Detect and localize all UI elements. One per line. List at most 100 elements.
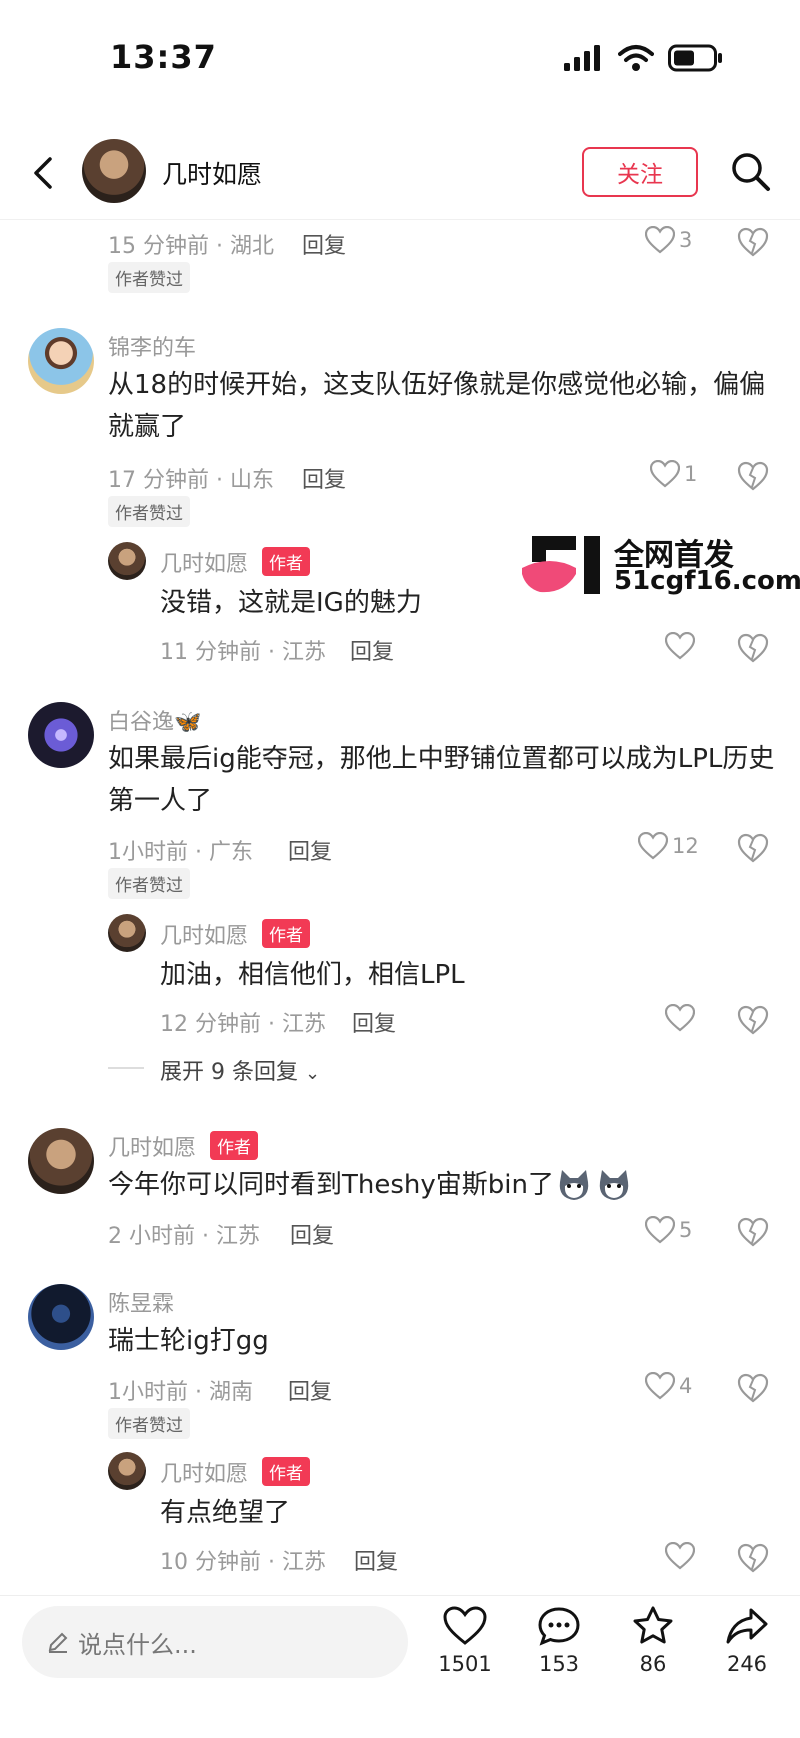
heart-icon	[650, 460, 680, 488]
like-post-count: 1501	[438, 1652, 492, 1676]
dislike-icon[interactable]	[737, 460, 769, 492]
comment-meta: 17 分钟前 · 山东	[108, 468, 274, 493]
star-post-count: 86	[639, 1652, 667, 1676]
comment-post-count: 153	[538, 1652, 580, 1676]
dislike-icon[interactable]	[737, 1216, 769, 1248]
reply-avatar[interactable]	[108, 542, 146, 580]
author-liked-badge: 作者赞过	[108, 496, 190, 527]
comment-username[interactable]: 陈昱霖	[108, 1286, 174, 1318]
reply-text: 加油，相信他们，相信LPL	[160, 960, 465, 990]
author-liked-badge: 作者赞过	[108, 868, 190, 899]
reply-button[interactable]: 回复	[350, 634, 394, 666]
user-avatar[interactable]	[28, 702, 94, 768]
reply-username[interactable]: 几时如愿	[160, 1456, 248, 1488]
heart-icon	[645, 1372, 675, 1400]
dislike-icon[interactable]	[737, 1542, 769, 1574]
watermark-logo-icon	[522, 536, 600, 594]
reply-button[interactable]: 回复	[302, 462, 346, 494]
author-liked-badge: 作者赞过	[108, 262, 190, 293]
share-post-button[interactable]: 246	[712, 1606, 782, 1676]
comment-meta: 15 分钟前 · 湖北	[108, 234, 274, 259]
heart-icon	[645, 226, 675, 254]
share-arrow-icon	[726, 1608, 768, 1644]
author-tag: 作者	[210, 1131, 258, 1160]
dislike-icon[interactable]	[737, 832, 769, 864]
reply-button[interactable]: 回复	[352, 1006, 396, 1038]
chevron-down-icon: ⌄	[304, 1063, 321, 1084]
reply-text: 有点绝望了	[160, 1498, 291, 1528]
comment-input-placeholder: 说点什么...	[78, 1630, 197, 1659]
like-button[interactable]: 12	[638, 832, 699, 860]
reply-avatar[interactable]	[108, 914, 146, 952]
comment-username[interactable]: 几时如愿	[108, 1130, 196, 1162]
share-post-count: 246	[726, 1652, 768, 1676]
like-count: 4	[679, 1374, 693, 1398]
author-tag: 作者	[262, 547, 310, 576]
watermark-line2: 51cgf16.com	[614, 566, 800, 596]
comment-text: 从18的时候开始，这支队伍好像就是你感觉他必输，偏偏就赢了	[108, 370, 766, 442]
reply-button[interactable]: 回复	[302, 228, 346, 260]
like-button[interactable]: 4	[645, 1372, 692, 1400]
reply-meta: 10 分钟前 · 江苏	[160, 1550, 326, 1575]
user-avatar[interactable]	[28, 1284, 94, 1350]
user-avatar[interactable]	[28, 1128, 94, 1194]
reply-meta: 11 分钟前 · 江苏	[160, 640, 326, 665]
expand-replies-button[interactable]: 展开 9 条回复 ⌄	[160, 1054, 320, 1086]
like-count: 5	[679, 1218, 693, 1242]
comment-post-button[interactable]: 153	[524, 1606, 594, 1676]
heart-icon[interactable]	[665, 1542, 695, 1570]
like-button[interactable]: 5	[645, 1216, 692, 1244]
expand-label: 展开 9 条回复	[160, 1060, 298, 1085]
heart-icon	[638, 832, 668, 860]
search-icon[interactable]	[728, 149, 772, 193]
reply-text: 没错，这就是IG的魅力	[160, 588, 422, 618]
status-bar: 13:37	[0, 0, 800, 115]
heart-icon[interactable]	[665, 1004, 695, 1032]
reply-button[interactable]: 回复	[290, 1218, 334, 1250]
star-post-button[interactable]: 86	[618, 1606, 688, 1676]
pencil-icon	[48, 1632, 68, 1653]
status-time: 13:37	[110, 38, 217, 76]
like-count: 1	[684, 462, 698, 486]
reply-button[interactable]: 回复	[354, 1544, 398, 1576]
author-avatar[interactable]	[82, 139, 146, 203]
watermark: 全网首发 51cgf16.com	[520, 530, 800, 598]
reply-username[interactable]: 几时如愿	[160, 546, 248, 578]
dislike-icon[interactable]	[737, 226, 769, 258]
reply-button[interactable]: 回复	[288, 834, 332, 866]
comment-username[interactable]: 白谷逸🦋	[108, 704, 201, 736]
like-button[interactable]: 3	[645, 226, 692, 254]
reply-button[interactable]: 回复	[288, 1374, 332, 1406]
comment-text: 如果最后ig能夺冠，那他上中野铺位置都可以成为LPL历史第一人了	[108, 744, 775, 816]
dislike-icon[interactable]	[737, 1004, 769, 1036]
reply-meta: 12 分钟前 · 江苏	[160, 1012, 326, 1037]
husky-emoji-icon	[599, 1170, 629, 1200]
star-icon	[633, 1606, 673, 1644]
like-button[interactable]: 1	[650, 460, 697, 488]
like-count: 3	[679, 228, 693, 252]
comment-bubble-icon	[538, 1607, 580, 1646]
battery-icon	[668, 44, 722, 72]
bottom-action-bar: 说点什么... 1501 153 86 246	[0, 1595, 800, 1738]
reply-username[interactable]: 几时如愿	[160, 918, 248, 950]
like-post-button[interactable]: 1501	[430, 1606, 500, 1676]
husky-emoji-icon	[559, 1170, 589, 1200]
dislike-icon[interactable]	[737, 1372, 769, 1404]
top-nav: 几时如愿 关注	[0, 125, 800, 220]
comment-input[interactable]: 说点什么...	[22, 1606, 408, 1678]
comment-meta: 2 小时前 · 江苏	[108, 1224, 260, 1249]
comment-meta: 1小时前 · 湖南	[108, 1380, 253, 1405]
expand-divider	[108, 1067, 144, 1069]
dislike-icon[interactable]	[737, 632, 769, 664]
author-tag: 作者	[262, 1457, 310, 1486]
comment-username[interactable]: 锦李的车	[108, 330, 196, 362]
back-arrow-icon[interactable]	[28, 153, 58, 193]
like-count: 12	[672, 834, 699, 858]
author-name[interactable]: 几时如愿	[162, 155, 262, 191]
reply-avatar[interactable]	[108, 1452, 146, 1490]
wifi-icon	[618, 45, 654, 71]
follow-button[interactable]: 关注	[582, 147, 698, 197]
author-liked-badge: 作者赞过	[108, 1408, 190, 1439]
heart-icon[interactable]	[665, 632, 695, 660]
user-avatar[interactable]	[28, 328, 94, 394]
